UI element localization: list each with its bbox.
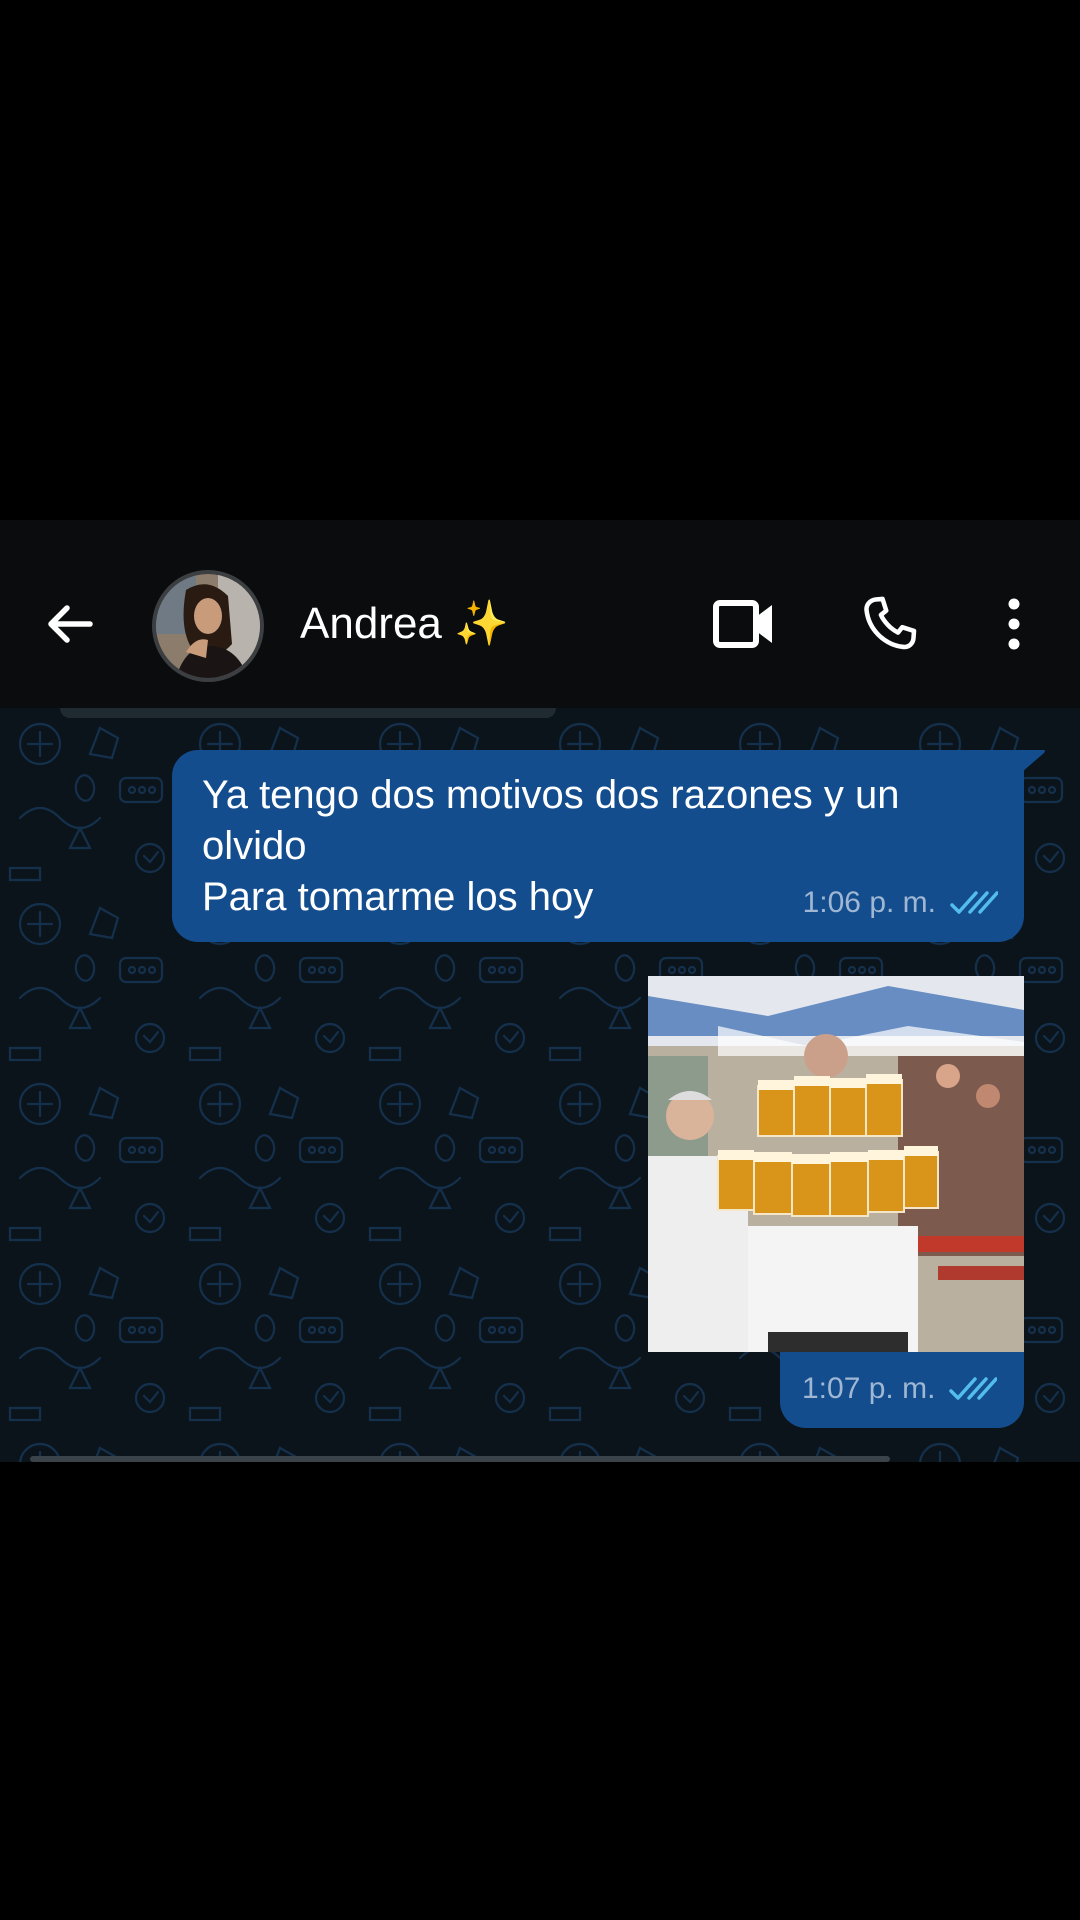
message-time: 1:06 p. m. xyxy=(802,886,936,919)
video-call-button[interactable] xyxy=(712,597,778,651)
message-text-line: Ya tengo dos motivos dos razones y un xyxy=(202,773,900,817)
video-camera-icon xyxy=(713,600,772,648)
double-check-icon xyxy=(949,1377,998,1400)
chat-screen: Andrea ✨ Ya tengo dos motivos dos razone… xyxy=(0,0,1080,1920)
message-text-line: olvido xyxy=(202,824,307,868)
message-time: 1:07 p. m. xyxy=(802,1372,936,1405)
back-button[interactable] xyxy=(40,594,100,654)
contact-name[interactable]: Andrea ✨ xyxy=(300,596,509,652)
outgoing-message[interactable]: Ya tengo dos motivos dos razones y un ol… xyxy=(172,750,1045,942)
phone-icon xyxy=(864,596,917,650)
message-meta: 1:06 p. m. xyxy=(803,877,998,928)
previous-message-edge xyxy=(60,708,556,718)
message-meta: 1:07 p. m. xyxy=(802,1372,998,1406)
more-options-button[interactable] xyxy=(996,596,1032,652)
double-check-icon xyxy=(950,890,998,914)
bubble-tail xyxy=(1022,750,1045,772)
scroll-indicator[interactable] xyxy=(30,1456,890,1462)
contact-avatar[interactable] xyxy=(152,570,264,682)
arrow-left-icon xyxy=(48,605,93,643)
media-thumbnail[interactable] xyxy=(648,976,1024,1352)
voice-call-button[interactable] xyxy=(858,592,922,656)
more-vertical-icon xyxy=(1008,598,1020,650)
media-message-footer[interactable]: 1:07 p. m. xyxy=(780,1352,1024,1428)
